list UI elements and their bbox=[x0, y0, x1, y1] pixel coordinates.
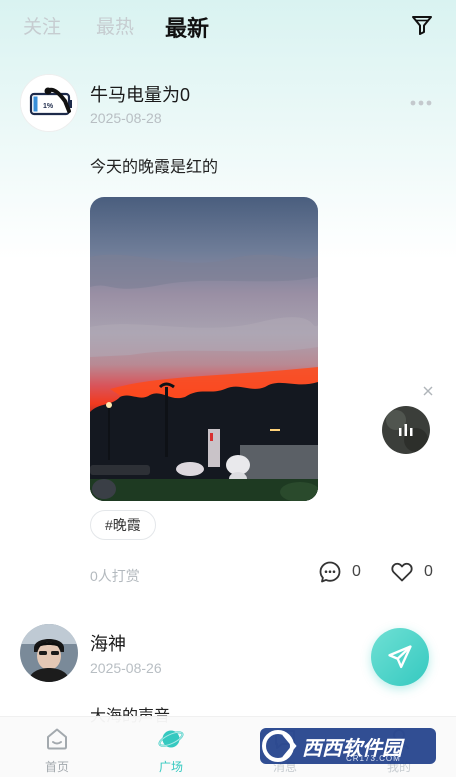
comment-button[interactable]: 0 bbox=[318, 560, 361, 584]
username[interactable]: 海神 bbox=[90, 630, 126, 656]
person-avatar-image bbox=[20, 624, 78, 682]
like-button[interactable]: 0 bbox=[390, 560, 433, 584]
post-image[interactable] bbox=[90, 197, 318, 501]
tab-follow[interactable]: 关注 bbox=[23, 12, 61, 39]
tab-latest[interactable]: 最新 bbox=[165, 11, 209, 43]
comment-count: 0 bbox=[352, 563, 361, 580]
more-icon[interactable] bbox=[410, 99, 432, 107]
username[interactable]: 牛马电量为0 bbox=[90, 81, 190, 107]
close-icon[interactable] bbox=[422, 385, 434, 397]
nav-home[interactable]: 首页 bbox=[17, 717, 97, 777]
sunset-photo bbox=[90, 197, 318, 501]
post-date: 2025-08-28 bbox=[90, 110, 162, 126]
tab-hot[interactable]: 最热 bbox=[96, 12, 134, 39]
floating-music-player[interactable] bbox=[382, 406, 430, 454]
watermark-domain: CR173.COM bbox=[346, 754, 401, 763]
filter-icon[interactable] bbox=[410, 13, 434, 37]
nav-label: 广场 bbox=[158, 760, 183, 774]
planet-icon bbox=[158, 730, 184, 748]
send-icon bbox=[388, 645, 412, 669]
avatar-battery-text: 1% bbox=[43, 103, 54, 110]
nav-label: 首页 bbox=[44, 760, 69, 774]
nav-square[interactable]: 广场 bbox=[131, 717, 211, 777]
home-icon bbox=[47, 728, 67, 750]
like-count: 0 bbox=[424, 563, 433, 580]
watermark-logo: 西西软件园 CR173.COM bbox=[258, 724, 438, 768]
publish-button[interactable] bbox=[371, 628, 429, 686]
heart-icon bbox=[391, 562, 413, 582]
hashtag-chip[interactable]: #晚霞 bbox=[90, 510, 156, 540]
reward-count[interactable]: 0人打赏 bbox=[90, 566, 140, 586]
avatar[interactable]: 1% bbox=[20, 74, 78, 132]
top-tab-bar: 关注 最热 最新 bbox=[0, 0, 456, 56]
post-date: 2025-08-26 bbox=[90, 660, 162, 676]
post-text: 今天的晚霞是红的 bbox=[90, 159, 219, 176]
music-disc-icon bbox=[382, 406, 430, 454]
comment-icon bbox=[319, 561, 341, 583]
avatar[interactable] bbox=[20, 624, 78, 682]
